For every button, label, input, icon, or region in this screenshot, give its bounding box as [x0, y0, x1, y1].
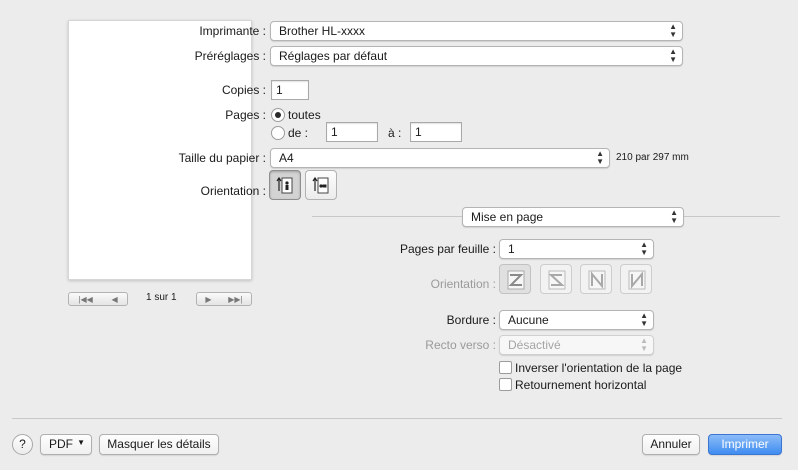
printer-value: Brother HL-xxxx — [279, 24, 366, 38]
pages-range-label: de : — [288, 126, 309, 140]
duplex-select[interactable]: Désactivé ▲ ▼ — [499, 335, 654, 355]
duplex-label: Recto verso : — [425, 338, 496, 352]
help-button[interactable]: ? — [12, 434, 33, 455]
portrait-orientation-button[interactable] — [269, 170, 301, 200]
pages-all-label: toutes — [288, 108, 321, 122]
pages-per-sheet-select[interactable]: 1 ▲ ▼ — [499, 239, 654, 259]
layout-direction-s-button[interactable] — [540, 264, 572, 294]
last-page-icon[interactable]: ▶▶| — [228, 295, 242, 304]
preview-next-last-group[interactable]: ▶ ▶▶| — [196, 292, 252, 306]
footer-divider — [12, 418, 782, 419]
printer-label: Imprimante : — [199, 24, 266, 38]
popup-arrows-icon: ▲ ▼ — [669, 47, 677, 64]
pages-label: Pages : — [225, 108, 266, 122]
pages-per-sheet-value: 1 — [508, 242, 515, 256]
portrait-icon — [276, 176, 293, 194]
preview-first-prev-group[interactable]: |◀◀ ◀ — [68, 292, 128, 306]
orientation-label: Orientation : — [200, 184, 266, 198]
layout-z-icon — [507, 270, 525, 290]
chevron-down-icon: ▼ — [77, 438, 85, 447]
prev-page-icon[interactable]: ◀ — [111, 295, 117, 304]
section-divider-left — [312, 216, 462, 217]
copies-label: Copies : — [221, 83, 266, 97]
border-value: Aucune — [508, 313, 549, 327]
popup-arrows-icon: ▲ ▼ — [670, 208, 678, 225]
popup-arrows-icon: ▲ ▼ — [640, 240, 648, 257]
layout-direction-label: Orientation : — [430, 277, 496, 291]
print-button[interactable]: Imprimer — [708, 434, 782, 455]
pages-per-sheet-label: Pages par feuille : — [399, 242, 496, 256]
paper-dimensions: 210 par 297 mm — [616, 152, 689, 163]
hide-details-button[interactable]: Masquer les détails — [99, 434, 219, 455]
paper-size-value: A4 — [279, 151, 294, 165]
pages-range-radio[interactable] — [271, 126, 285, 140]
paper-size-label: Taille du papier : — [178, 151, 266, 165]
border-select[interactable]: Aucune ▲ ▼ — [499, 310, 654, 330]
duplex-value: Désactivé — [508, 338, 561, 352]
layout-direction-n-reverse-button[interactable] — [620, 264, 652, 294]
copies-field[interactable]: 1 — [271, 80, 309, 100]
popup-arrows-icon: ▲ ▼ — [669, 22, 677, 39]
landscape-icon — [312, 176, 329, 194]
page-counter: 1 sur 1 — [146, 292, 177, 303]
printer-select[interactable]: Brother HL-xxxx ▲ ▼ — [270, 21, 683, 41]
section-select[interactable]: Mise en page ▲ ▼ — [462, 207, 684, 227]
section-divider-right — [684, 216, 780, 217]
cancel-button[interactable]: Annuler — [642, 434, 700, 455]
layout-n-icon — [588, 270, 606, 290]
landscape-orientation-button[interactable] — [305, 170, 337, 200]
presets-value: Réglages par défaut — [279, 49, 388, 63]
popup-arrows-icon: ▲ ▼ — [640, 311, 648, 328]
pages-from-field[interactable]: 1 — [326, 122, 378, 142]
reverse-orientation-label: Inverser l'orientation de la page — [515, 361, 683, 375]
section-value: Mise en page — [471, 210, 544, 224]
presets-label: Préréglages : — [194, 49, 266, 63]
pages-to-field[interactable]: 1 — [410, 122, 462, 142]
first-page-icon[interactable]: |◀◀ — [78, 295, 92, 304]
reverse-orientation-checkbox[interactable] — [499, 361, 512, 374]
layout-direction-n-button[interactable] — [580, 264, 612, 294]
layout-n-reverse-icon — [628, 270, 646, 290]
presets-select[interactable]: Réglages par défaut ▲ ▼ — [270, 46, 683, 66]
border-label: Bordure : — [446, 313, 496, 327]
horizontal-flip-label: Retournement horizontal — [515, 378, 647, 392]
pdf-menu-button[interactable]: PDF ▼ — [40, 434, 92, 455]
paper-size-select[interactable]: A4 ▲ ▼ — [270, 148, 610, 168]
pdf-label: PDF — [49, 437, 73, 451]
popup-arrows-icon: ▲ ▼ — [596, 149, 604, 166]
popup-arrows-icon: ▲ ▼ — [640, 336, 648, 353]
layout-direction-z-button[interactable] — [499, 264, 531, 294]
layout-s-icon — [548, 270, 566, 290]
pages-to-label: à : — [388, 126, 402, 140]
horizontal-flip-checkbox[interactable] — [499, 378, 512, 391]
next-page-icon[interactable]: ▶ — [205, 295, 211, 304]
pages-all-radio[interactable] — [271, 108, 285, 122]
